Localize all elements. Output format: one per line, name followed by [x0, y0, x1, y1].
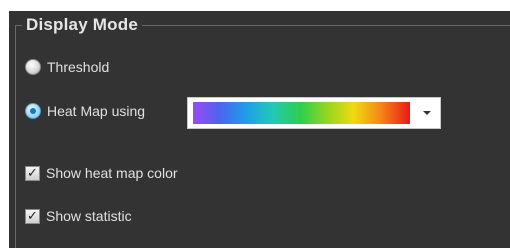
- threshold-radio[interactable]: [25, 59, 41, 75]
- display-mode-panel: Display Mode Threshold Heat Map using ✓ …: [9, 11, 510, 248]
- threshold-label: Threshold: [47, 59, 110, 75]
- heatmap-label: Heat Map using: [47, 103, 146, 119]
- show-statistic-option[interactable]: ✓ Show statistic: [25, 208, 132, 224]
- chevron-down-icon[interactable]: [410, 111, 440, 115]
- show-statistic-label: Show statistic: [46, 208, 132, 224]
- show-heat-map-color-label: Show heat map color: [46, 165, 178, 181]
- colormap-gradient-swatch: [193, 102, 410, 124]
- colormap-dropdown[interactable]: [187, 97, 441, 129]
- heatmap-radio[interactable]: [25, 103, 41, 119]
- threshold-option[interactable]: Threshold: [25, 59, 109, 75]
- show-statistic-checkbox[interactable]: ✓: [25, 208, 40, 224]
- show-heat-map-color-checkbox[interactable]: ✓: [25, 165, 40, 181]
- checkmark-icon: ✓: [27, 208, 38, 224]
- group-title: Display Mode: [22, 14, 142, 36]
- heatmap-option[interactable]: Heat Map using: [25, 103, 145, 119]
- checkmark-icon: ✓: [27, 165, 38, 181]
- show-heat-map-color-option[interactable]: ✓ Show heat map color: [25, 165, 178, 181]
